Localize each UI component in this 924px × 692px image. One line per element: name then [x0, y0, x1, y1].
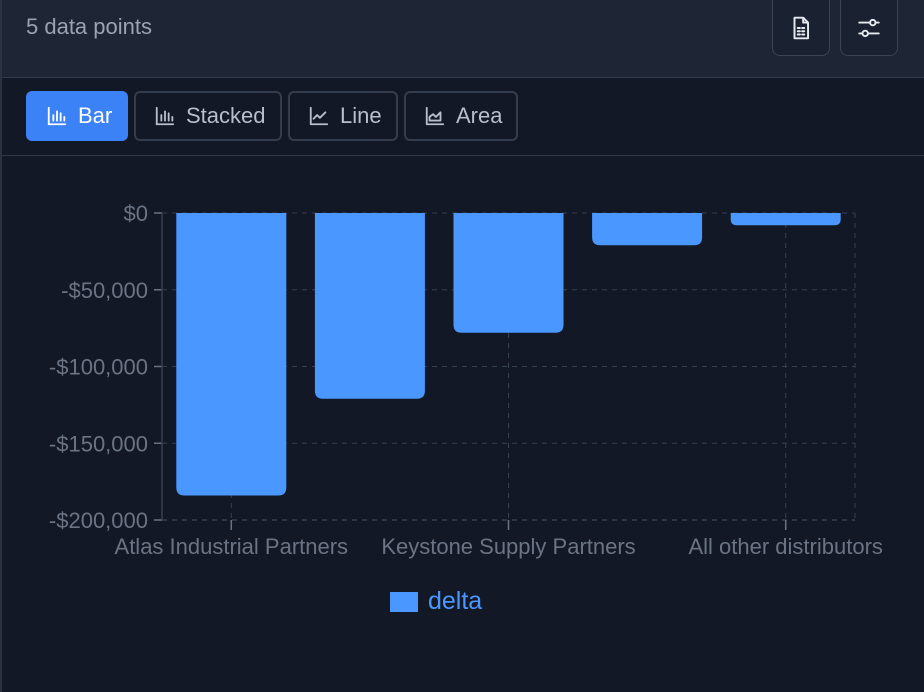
y-tick-label: -$100,000 — [49, 355, 148, 380]
y-tick-label: -$50,000 — [61, 278, 148, 303]
x-tick-label: Atlas Industrial Partners — [115, 534, 349, 559]
sliders-icon — [858, 18, 880, 37]
line-chart-icon — [309, 106, 329, 126]
bar-chart-icon — [155, 106, 175, 126]
export-csv-button[interactable] — [772, 0, 830, 56]
y-tick-label: -$150,000 — [49, 431, 148, 456]
bar — [592, 213, 703, 246]
document-grid-icon — [793, 16, 810, 39]
bar — [314, 213, 425, 399]
x-tick-label: Keystone Supply Partners — [381, 534, 635, 559]
legend-label: delta — [428, 587, 483, 615]
chart-type-toolbar: Bar Stacked Line Area — [2, 78, 924, 156]
data-point-count: 5 data points — [26, 14, 152, 39]
tab-area[interactable]: Area — [404, 91, 518, 141]
bar — [730, 213, 841, 226]
tab-stacked[interactable]: Stacked — [134, 91, 282, 141]
tab-bar[interactable]: Bar — [26, 91, 128, 141]
tab-line[interactable]: Line — [288, 91, 398, 141]
legend[interactable]: delta — [390, 587, 482, 616]
bar — [453, 213, 564, 333]
tab-label: Stacked — [186, 103, 266, 128]
bar — [176, 213, 287, 496]
tab-label: Line — [340, 103, 382, 128]
area-chart-icon — [425, 106, 445, 126]
tab-label: Bar — [78, 103, 113, 128]
legend-swatch — [390, 591, 418, 612]
y-tick-label: -$200,000 — [49, 508, 148, 533]
bar-chart: $0 -$50,000 -$100,000 -$150,000 -$200,000Atl… — [49, 201, 883, 559]
chart-area: $0 -$50,000 -$100,000 -$150,000 -$200,000 Atl… — [0, 157, 924, 692]
y-tick-label: $0 — [124, 201, 148, 226]
tab-label: Area — [456, 103, 503, 128]
x-tick-label: All other distributors — [688, 534, 882, 559]
chart-settings-button[interactable] — [840, 0, 898, 56]
bar-chart-icon — [47, 106, 67, 126]
